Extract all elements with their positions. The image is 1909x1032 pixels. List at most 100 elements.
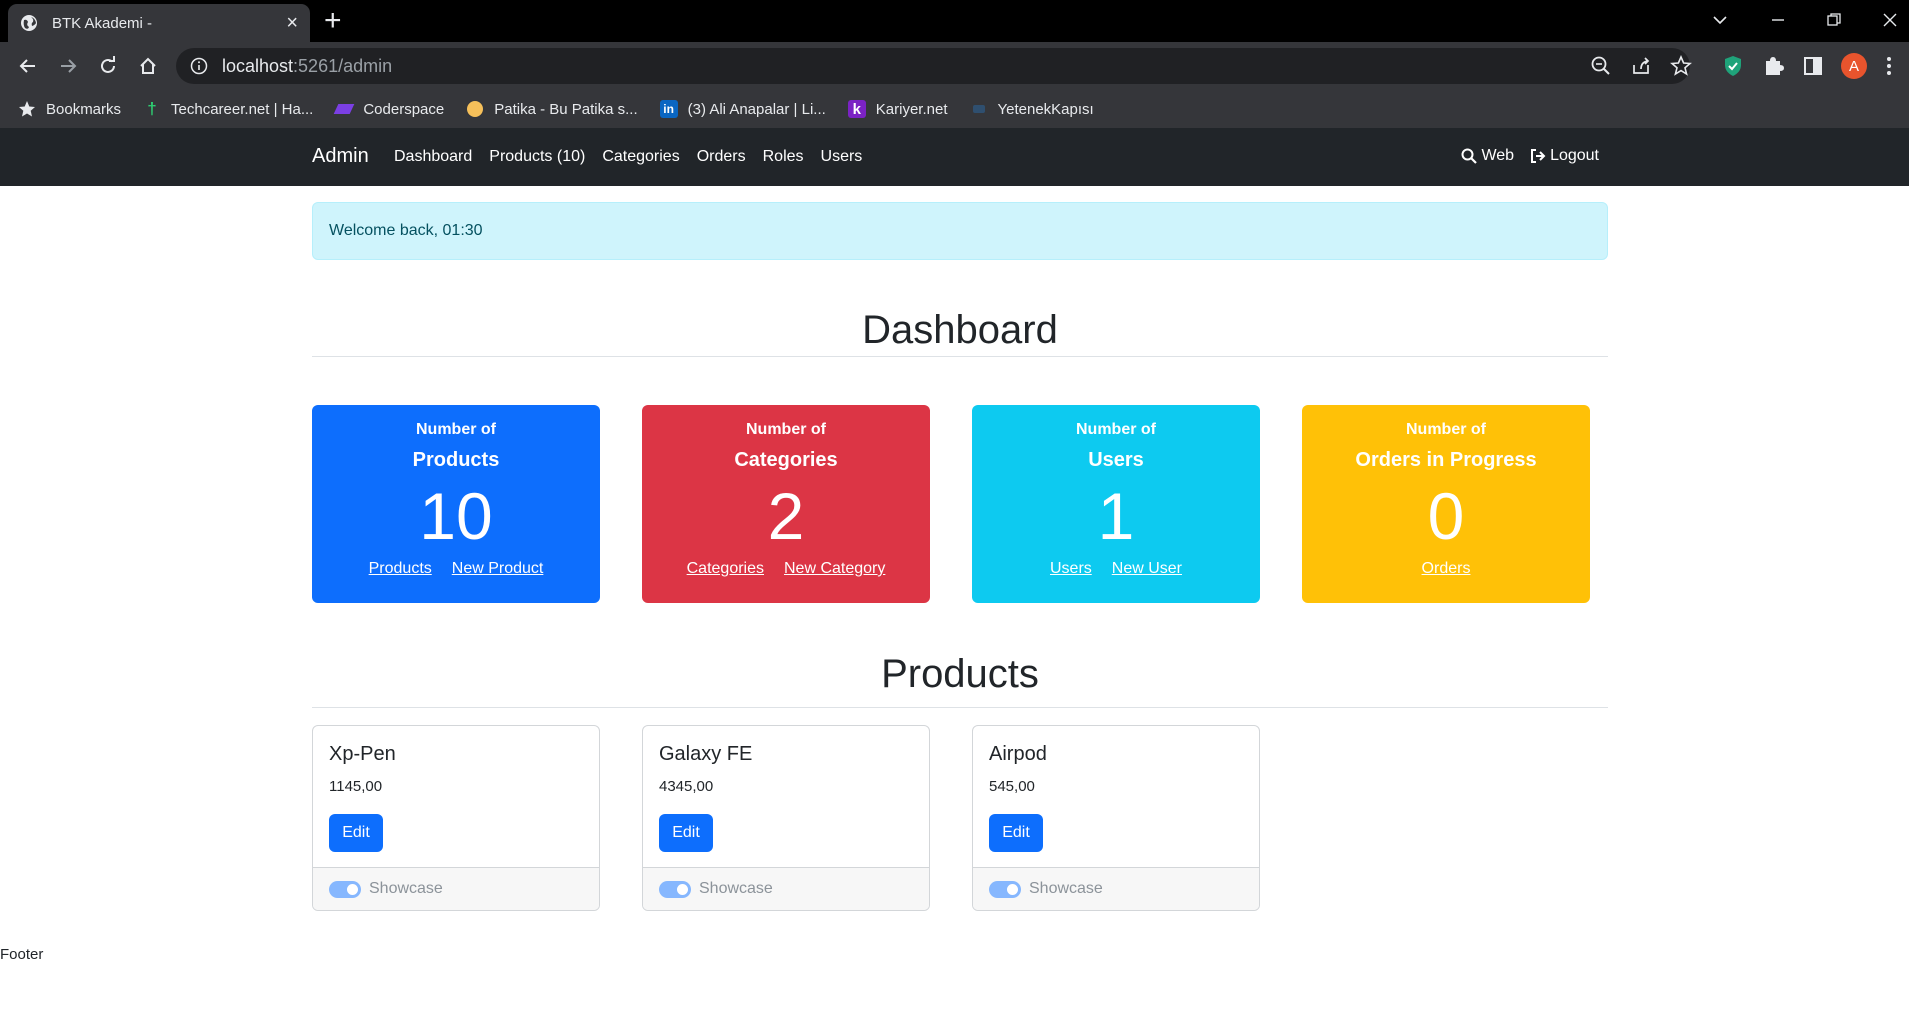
profile-avatar[interactable]: A <box>1841 53 1867 79</box>
stat-card-orders: Number of Orders in Progress 0 Orders <box>1302 405 1590 603</box>
edit-button[interactable]: Edit <box>659 814 713 852</box>
bookmark-patika[interactable]: Patika - Bu Patika s... <box>466 100 638 118</box>
stat-label: Number of <box>416 421 496 438</box>
product-price: 4345,00 <box>659 778 714 795</box>
page-footer: Footer <box>0 946 44 963</box>
product-name: Xp-Pen <box>329 743 396 765</box>
browser-tab[interactable]: BTK Akademi - × <box>8 4 310 42</box>
product-card-footer: Showcase <box>973 867 1259 910</box>
users-link[interactable]: Users <box>1050 560 1092 578</box>
stat-label: Number of <box>1076 421 1156 438</box>
menu-kebab-icon[interactable] <box>1886 53 1892 79</box>
restore-icon[interactable] <box>1826 12 1842 28</box>
nav-link-web[interactable]: Web <box>1461 147 1514 165</box>
welcome-alert: Welcome back, 01:30 <box>312 202 1608 260</box>
extensions-puzzle-icon[interactable] <box>1760 53 1786 79</box>
product-price: 1145,00 <box>329 778 383 795</box>
showcase-toggle[interactable] <box>989 880 1021 898</box>
stat-card-users: Number of Users 1 Users New User <box>972 405 1260 603</box>
product-card-footer: Showcase <box>313 867 599 910</box>
stat-count: 0 <box>1427 479 1465 553</box>
stat-count: 1 <box>1097 479 1135 553</box>
bookmark-techcareer[interactable]: † Techcareer.net | Ha... <box>143 99 313 118</box>
categories-link[interactable]: Categories <box>687 560 764 578</box>
product-card: Airpod 545,00 Edit Showcase <box>972 725 1260 911</box>
yetenekkapisi-icon <box>970 100 988 118</box>
linkedin-icon: in <box>659 100 678 118</box>
stat-title: Products <box>412 449 500 471</box>
techcareer-icon: † <box>147 99 157 118</box>
tab-search-chevron-icon[interactable] <box>1712 12 1728 28</box>
showcase-label: Showcase <box>699 880 773 897</box>
edit-button[interactable]: Edit <box>329 814 383 852</box>
logout-icon <box>1531 149 1546 163</box>
nav-link-roles[interactable]: Roles <box>763 148 804 166</box>
stat-label: Number of <box>1406 421 1486 438</box>
star-icon <box>19 101 35 117</box>
new-user-link[interactable]: New User <box>1112 560 1182 578</box>
nav-link-categories[interactable]: Categories <box>602 148 679 166</box>
edit-button[interactable]: Edit <box>989 814 1043 852</box>
browser-toolbar: localhost:5261/admin A <box>0 42 1909 90</box>
showcase-toggle[interactable] <box>329 880 361 898</box>
new-tab-icon[interactable]: + <box>324 6 342 36</box>
stat-count: 2 <box>767 479 805 553</box>
kariyer-icon: k <box>847 100 866 118</box>
bookmark-star-icon[interactable] <box>1670 55 1692 77</box>
new-product-link[interactable]: New Product <box>452 560 544 578</box>
site-info-icon[interactable] <box>190 57 208 75</box>
home-icon[interactable] <box>134 52 162 80</box>
shield-extension-icon[interactable] <box>1720 53 1746 79</box>
tab-title: BTK Akademi - <box>52 14 153 32</box>
new-category-link[interactable]: New Category <box>784 560 885 578</box>
dashboard-divider <box>312 356 1608 357</box>
showcase-label: Showcase <box>369 880 443 897</box>
products-link[interactable]: Products <box>369 560 432 578</box>
orders-link[interactable]: Orders <box>1422 560 1471 578</box>
product-card: Xp-Pen 1145,00 Edit Showcase <box>312 725 600 911</box>
showcase-label: Showcase <box>1029 880 1103 897</box>
nav-link-logout[interactable]: Logout <box>1530 147 1599 165</box>
stat-count: 10 <box>419 479 493 553</box>
showcase-toggle[interactable] <box>659 880 691 898</box>
close-tab-icon[interactable]: × <box>286 13 298 33</box>
nav-link-products[interactable]: Products (10) <box>489 148 585 166</box>
stat-card-categories: Number of Categories 2 Categories New Ca… <box>642 405 930 603</box>
stat-title: Orders in Progress <box>1355 449 1537 471</box>
navbar-brand[interactable]: Admin <box>312 145 369 168</box>
address-bar[interactable]: localhost:5261/admin <box>176 48 1690 84</box>
nav-link-dashboard[interactable]: Dashboard <box>394 148 472 166</box>
minimize-icon[interactable] <box>1770 12 1786 28</box>
product-card-footer: Showcase <box>643 867 929 910</box>
navbar-links: Dashboard Products (10) Categories Order… <box>394 148 862 166</box>
bookmarks-bar: Bookmarks † Techcareer.net | Ha... Coder… <box>0 90 1909 128</box>
bookmark-kariyer[interactable]: k Kariyer.net <box>847 100 948 118</box>
bookmark-bookmarks[interactable]: Bookmarks <box>18 100 121 118</box>
globe-icon <box>21 15 37 31</box>
dashboard-title: Dashboard <box>862 308 1058 352</box>
stat-card-products: Number of Products 10 Products New Produ… <box>312 405 600 603</box>
bookmark-yetenekkapisi[interactable]: YetenekKapısı <box>970 100 1094 118</box>
back-icon[interactable] <box>14 52 42 80</box>
products-title: Products <box>881 652 1039 696</box>
nav-link-users[interactable]: Users <box>821 148 863 166</box>
stat-title: Categories <box>734 449 838 471</box>
close-window-icon[interactable] <box>1882 12 1898 28</box>
bookmark-linkedin[interactable]: in (3) Ali Anapalar | Li... <box>659 100 826 118</box>
forward-icon[interactable] <box>54 52 82 80</box>
bookmark-coderspace[interactable]: Coderspace <box>334 100 444 118</box>
navbar-right: Web Logout <box>1461 147 1599 165</box>
zoom-icon[interactable] <box>1590 55 1612 77</box>
url-text: localhost:5261/admin <box>222 55 393 76</box>
share-icon[interactable] <box>1630 55 1652 77</box>
patika-icon <box>466 100 484 118</box>
browser-tabstrip: BTK Akademi - × + <box>0 0 1909 42</box>
stat-title: Users <box>1088 449 1144 471</box>
side-panel-icon[interactable] <box>1800 53 1826 79</box>
admin-navbar: Admin Dashboard Products (10) Categories… <box>0 128 1909 186</box>
reload-icon[interactable] <box>94 52 122 80</box>
nav-link-orders[interactable]: Orders <box>697 148 746 166</box>
coderspace-icon <box>334 100 355 118</box>
product-name: Airpod <box>989 743 1047 765</box>
product-card: Galaxy FE 4345,00 Edit Showcase <box>642 725 930 911</box>
